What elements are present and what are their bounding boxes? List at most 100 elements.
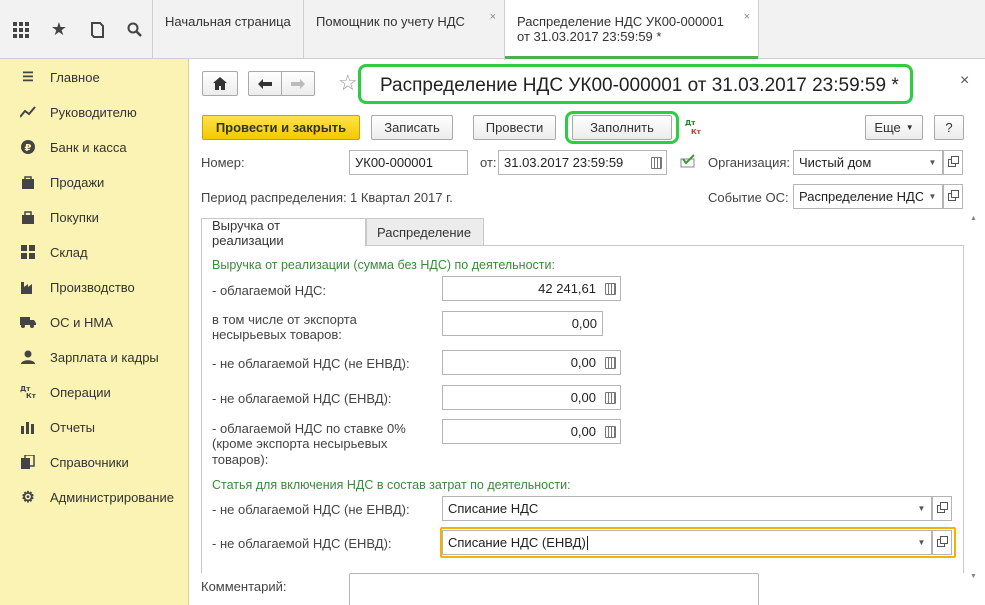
row-zero-rate-label-line1: - облагаемой НДС по ставке 0% [212,421,406,436]
cost-heading: Статья для включения НДС в состав затрат… [212,478,571,492]
sidebar-item-salary[interactable]: Зарплата и кадры [0,343,189,371]
tab-label-line2: от 31.03.2017 23:59:59 * [517,29,662,44]
tab-vat-assistant[interactable]: Помощник по учету НДС × [303,0,504,59]
calculator-icon [605,425,616,438]
period-label: Период распределения: [201,190,347,205]
sidebar-item-reports[interactable]: Отчеты [0,413,189,441]
comment-field[interactable] [349,573,759,605]
date-field[interactable]: 31.03.2017 23:59:59 [498,150,648,175]
warehouse-icon [20,244,36,260]
open-window-icon [936,501,948,516]
row-export-label-line2: несырьевых товаров: [212,327,342,342]
open-button[interactable] [932,496,952,521]
post-button[interactable]: Провести [473,115,556,140]
tab-distribution[interactable]: Распределение [366,218,484,246]
home-button[interactable] [202,71,238,96]
sidebar-item-label: Отчеты [50,419,95,435]
sidebar-item-bank[interactable]: ₽ Банк и касса [0,133,189,161]
top-bar: ★ Начальная страница Помощник по учету Н… [0,0,985,60]
dropdown-button[interactable]: ▼ [923,150,943,175]
panel-border-left [201,245,202,573]
open-window-icon [947,155,959,170]
back-button[interactable] [248,71,282,96]
apps-grid-icon[interactable] [4,12,38,48]
ruble-icon: ₽ [20,139,36,155]
tab-vat-distribution[interactable]: Распределение НДС УК00-000001 от 31.03.2… [504,0,758,60]
tab-vat-assistant-label: Помощник по учету НДС [316,14,465,29]
history-icon[interactable] [80,12,114,48]
sidebar-item-operations[interactable]: Дт Кт Операции [0,378,189,406]
close-icon[interactable]: × [490,10,496,25]
envd-amount-field[interactable]: 0,00 [442,385,602,410]
close-icon[interactable]: × [744,10,750,25]
tab-home[interactable]: Начальная страница [152,0,303,59]
page-title: Распределение НДС УК00-000001 от 31.03.2… [380,75,899,96]
sidebar-item-fixed-assets[interactable]: ОС и НМА [0,308,189,336]
zero-rate-amount-field[interactable]: 0,00 [442,419,602,444]
write-button[interactable]: Записать [371,115,453,140]
gear-icon: ⚙ [21,489,35,506]
sidebar-item-warehouse[interactable]: Склад [0,238,189,266]
sidebar-item-directories[interactable]: Справочники [0,448,189,476]
cost-envd-field[interactable]: Списание НДС (ЕНВД) [442,530,913,555]
revenue-heading: Выручка от реализации (сумма без НДС) по… [212,258,555,272]
scroll-up-icon[interactable]: ▲ [970,215,977,222]
open-button[interactable] [943,184,963,209]
trend-icon [20,104,36,120]
chevron-down-icon: ▼ [917,504,926,513]
row-zero-rate-label-line3: товаров): [212,452,269,467]
tab-revenue[interactable]: Выручка от реализации [201,218,366,248]
dropdown-button[interactable]: ▼ [912,530,932,555]
cost-envd-value: Списание НДС (ЕНВД) [448,535,586,550]
sidebar-item-label: Руководителю [50,104,137,120]
calculator-button[interactable] [601,350,621,375]
cost-non-envd-label: - не облагаемой НДС (не ЕНВД): [212,502,410,517]
open-window-icon [936,535,948,550]
sidebar-item-manager[interactable]: Руководителю [0,98,189,126]
dropdown-button[interactable]: ▼ [912,496,932,521]
row-export-label-line1: в том числе от экспорта [212,312,357,327]
sidebar-item-label: Продажи [50,174,105,190]
cost-envd-label: - не облагаемой НДС (ЕНВД): [212,536,392,551]
non-taxable-amount-field[interactable]: 0,00 [442,350,602,375]
scroll-down-icon[interactable]: ▼ [970,573,977,580]
organization-field[interactable]: Чистый дом [793,150,924,175]
sidebar-item-main[interactable]: ☰ Главное [0,63,189,91]
help-button[interactable]: ? [934,115,964,140]
favorite-star-icon[interactable]: ☆ [338,70,358,96]
post-and-close-button[interactable]: Провести и закрыть [202,115,360,140]
calculator-button[interactable] [601,276,621,301]
taxable-amount-field[interactable]: 42 241,61 [442,276,602,301]
calendar-button[interactable] [647,150,667,175]
sidebar-item-label: Справочники [50,454,129,470]
event-field[interactable]: Распределение НДС [793,184,924,209]
top-icons: ★ [0,0,152,59]
calculator-button[interactable] [601,419,621,444]
sidebar-item-label: Покупки [50,209,99,225]
more-button[interactable]: Еще ▼ [865,115,923,140]
sidebar-item-label: Администрирование [50,489,174,505]
truck-icon [20,314,36,330]
open-button[interactable] [932,530,952,555]
dt-kt-report-icon[interactable]: Дт Кт [684,117,704,137]
fill-button[interactable]: Заполнить [572,115,672,140]
factory-icon [20,279,36,295]
search-icon[interactable] [118,12,152,48]
close-form-icon[interactable]: × [960,72,969,90]
sidebar-item-purchases[interactable]: Покупки [0,203,189,231]
export-amount-field[interactable]: 0,00 [442,311,603,336]
calculator-button[interactable] [601,385,621,410]
star-icon[interactable]: ★ [42,12,76,48]
sidebar-item-admin[interactable]: ⚙ Администрирование [0,483,189,511]
tab-distribution-label: Распределение [377,224,472,240]
svg-text:Дт: Дт [685,119,696,127]
sidebar-item-sales[interactable]: Продажи [0,168,189,196]
date-label: от: [480,155,497,170]
number-field[interactable]: УК00-000001 [349,150,468,175]
organization-label: Организация: [708,155,791,170]
open-button[interactable] [943,150,963,175]
dropdown-button[interactable]: ▼ [923,184,943,209]
cost-non-envd-field[interactable]: Списание НДС [442,496,913,521]
sidebar-item-production[interactable]: Производство [0,273,189,301]
forward-button[interactable] [281,71,315,96]
